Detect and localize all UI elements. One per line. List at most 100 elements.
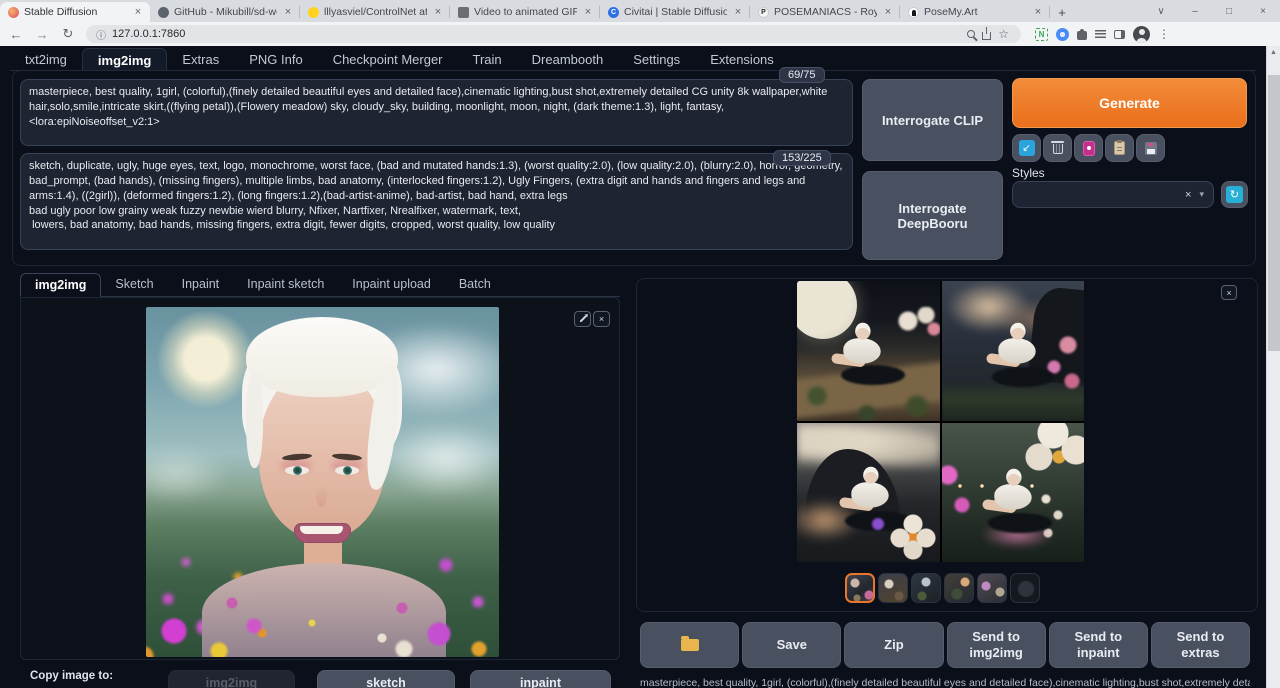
- window-controls: ∨ – □ ×: [1144, 0, 1280, 22]
- interrogate-deepbooru-button[interactable]: Interrogate DeepBooru: [862, 171, 1003, 260]
- url-text[interactable]: 127.0.0.1:7860: [112, 28, 185, 40]
- minimize-button[interactable]: –: [1178, 6, 1212, 17]
- reload-button[interactable]: ↻: [60, 26, 76, 42]
- browser-tab-controlnet[interactable]: lllyasviel/ControlNet at main ×: [300, 2, 450, 22]
- prompt-input[interactable]: masterpiece, best quality, 1girl, (color…: [20, 79, 853, 146]
- save-button[interactable]: Save: [742, 622, 841, 668]
- interrogate-clip-button[interactable]: Interrogate CLIP: [862, 79, 1003, 161]
- extra-networks-icon: [1083, 141, 1095, 156]
- zip-button[interactable]: Zip: [844, 622, 943, 668]
- maximize-button[interactable]: □: [1212, 6, 1246, 17]
- send-to-img2img-button[interactable]: Send to img2img: [947, 622, 1046, 668]
- sitting-figure: [984, 473, 1042, 517]
- new-tab-button[interactable]: +: [1050, 2, 1074, 22]
- tab-png-info[interactable]: PNG Info: [234, 48, 317, 70]
- tab-txt2img[interactable]: txt2img: [10, 48, 82, 70]
- apply-style-icon: [1114, 141, 1125, 155]
- gallery-action-buttons: Save Zip Send to img2img Send to inpaint…: [640, 622, 1250, 668]
- copy-to-sketch-button[interactable]: sketch: [317, 670, 455, 688]
- generated-image-2: [942, 281, 1085, 421]
- tab-train[interactable]: Train: [458, 48, 517, 70]
- copy-to-inpaint-button[interactable]: inpaint: [470, 670, 611, 688]
- tab-title: Video to animated GIF converter: [474, 6, 577, 18]
- browser-tab-stable-diffusion[interactable]: Stable Diffusion ×: [0, 2, 150, 22]
- browser-tab-civitai[interactable]: C Civitai | Stable Diffusion model... ×: [600, 2, 750, 22]
- tab-close-icon[interactable]: ×: [882, 6, 894, 18]
- tab-close-icon[interactable]: ×: [582, 6, 594, 18]
- gallery-thumbnail-6[interactable]: [1010, 573, 1040, 603]
- address-bar[interactable]: ⓘ 127.0.0.1:7860 ☆: [86, 25, 1021, 43]
- browser-tab-posemaniacs[interactable]: P POSEMANIACS - Royalty free 3... ×: [750, 2, 900, 22]
- tab-extras[interactable]: Extras: [167, 48, 234, 70]
- browser-tab-github[interactable]: GitHub - Mikubill/sd-webui-co... ×: [150, 2, 300, 22]
- chevron-down-icon: ▾: [1199, 189, 1204, 200]
- back-button[interactable]: ←: [8, 27, 24, 42]
- browser-tab-posemyart[interactable]: PoseMy.Art ×: [900, 2, 1050, 22]
- styles-clear-icon[interactable]: ×: [1185, 189, 1191, 201]
- extra-networks-button[interactable]: [1074, 134, 1103, 162]
- tab-settings[interactable]: Settings: [618, 48, 695, 70]
- tab-dreambooth[interactable]: Dreambooth: [517, 48, 619, 70]
- forward-button[interactable]: →: [34, 27, 50, 42]
- refresh-styles-button[interactable]: ↻: [1221, 181, 1248, 208]
- mode-tab-sketch[interactable]: Sketch: [101, 273, 167, 296]
- share-icon[interactable]: [982, 32, 991, 40]
- reading-list-icon[interactable]: [1095, 30, 1106, 38]
- gallery-result-image[interactable]: [797, 281, 1084, 562]
- site-info-icon[interactable]: ⓘ: [96, 27, 106, 42]
- mode-tab-batch[interactable]: Batch: [445, 273, 505, 296]
- tab-img2img[interactable]: img2img: [82, 48, 167, 70]
- scrollbar-thumb[interactable]: [1268, 75, 1280, 351]
- save-style-button[interactable]: [1136, 134, 1165, 162]
- gallery-thumbnail-3[interactable]: [911, 573, 941, 603]
- apply-style-button[interactable]: [1105, 134, 1134, 162]
- open-folder-button[interactable]: [640, 622, 739, 668]
- tab-close-icon[interactable]: ×: [1032, 6, 1044, 18]
- blue-extension-icon[interactable]: [1056, 28, 1069, 41]
- send-to-inpaint-button[interactable]: Send to inpaint: [1049, 622, 1148, 668]
- tab-close-icon[interactable]: ×: [732, 6, 744, 18]
- tab-close-icon[interactable]: ×: [132, 6, 144, 18]
- gallery-thumbnail-2[interactable]: [878, 573, 908, 603]
- tab-search-icon[interactable]: ∨: [1144, 6, 1178, 17]
- gallery-thumbnail-1[interactable]: [845, 573, 875, 603]
- extensions-puzzle-icon[interactable]: [1077, 31, 1087, 40]
- mode-tab-inpaint[interactable]: Inpaint: [168, 273, 234, 296]
- page-scrollbar[interactable]: ▲: [1266, 46, 1280, 688]
- img2img-source-image[interactable]: [146, 307, 499, 657]
- pink-flowers: [942, 461, 976, 531]
- mode-tab-inpaint-upload[interactable]: Inpaint upload: [338, 273, 445, 296]
- side-panel-icon[interactable]: [1114, 30, 1125, 39]
- gallery-close-button[interactable]: ×: [1221, 285, 1237, 300]
- tab-checkpoint-merger[interactable]: Checkpoint Merger: [318, 48, 458, 70]
- generate-button[interactable]: Generate: [1012, 78, 1247, 128]
- zoom-icon[interactable]: [967, 30, 975, 38]
- github-favicon: [158, 7, 169, 18]
- tab-title: GitHub - Mikubill/sd-webui-co...: [174, 6, 277, 18]
- night-eye-extension-icon[interactable]: N: [1035, 28, 1048, 41]
- browser-menu-icon[interactable]: ⋮: [1158, 27, 1170, 41]
- tab-title: Civitai | Stable Diffusion model...: [624, 6, 727, 18]
- tab-close-icon[interactable]: ×: [282, 6, 294, 18]
- gallery-thumbnail-5[interactable]: [977, 573, 1007, 603]
- browser-tab-gif-converter[interactable]: Video to animated GIF converter ×: [450, 2, 600, 22]
- profile-avatar[interactable]: [1133, 26, 1150, 43]
- mode-tab-inpaint-sketch[interactable]: Inpaint sketch: [233, 273, 338, 296]
- tab-close-icon[interactable]: ×: [432, 6, 444, 18]
- send-to-extras-button[interactable]: Send to extras: [1151, 622, 1250, 668]
- sitting-figure: [988, 328, 1046, 372]
- mode-tab-img2img[interactable]: img2img: [20, 273, 101, 297]
- bookmark-star-icon[interactable]: ☆: [998, 28, 1009, 40]
- gallery-thumbnail-4[interactable]: [944, 573, 974, 603]
- clear-prompt-button[interactable]: [1043, 134, 1072, 162]
- address-bar-icons: ☆: [967, 28, 1011, 40]
- edit-image-button[interactable]: [574, 311, 591, 327]
- remove-image-button[interactable]: ×: [593, 311, 610, 327]
- negative-prompt-input[interactable]: sketch, duplicate, ugly, huge eyes, text…: [20, 153, 853, 250]
- tab-extensions[interactable]: Extensions: [695, 48, 789, 70]
- sitting-figure: [833, 328, 891, 372]
- styles-dropdown[interactable]: × ▾: [1012, 181, 1214, 208]
- window-close-button[interactable]: ×: [1246, 6, 1280, 17]
- paste-params-button[interactable]: ↙: [1012, 134, 1041, 162]
- scrollbar-up-arrow[interactable]: ▲: [1267, 46, 1280, 59]
